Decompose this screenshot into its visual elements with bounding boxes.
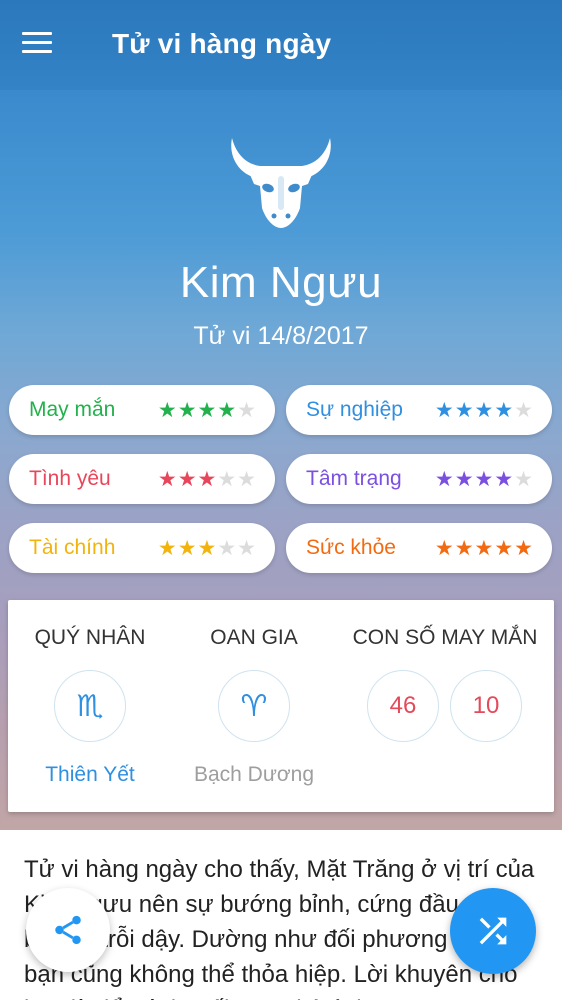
taurus-bull-icon [231,138,331,228]
lucky-number-value: 46 [389,692,417,719]
aries-icon: ♈ [240,688,268,724]
star-filled-icon: ★ [197,398,218,422]
star-empty-icon: ★ [237,467,257,491]
menu-icon[interactable] [22,32,54,56]
star-filled-icon: ★ [197,467,218,491]
star-filled-icon: ★ [197,536,218,560]
star-filled-icon: ★ [514,536,534,560]
rating-tai-chinh: Tài chính ★★★★★ [9,523,275,573]
star-filled-icon: ★ [494,467,515,491]
rating-su-nghiep: Sự nghiệp ★★★★★ [286,385,552,435]
app-title: Tử vi hàng ngày [112,28,332,59]
star-empty-icon: ★ [217,467,238,491]
enemy-heading: OAN GIA [210,626,298,649]
star-filled-icon: ★ [474,536,495,560]
lucky-number: 46 [367,670,439,742]
star-filled-icon: ★ [157,467,178,491]
rating-label: Sự nghiệp [306,398,403,421]
rating-label: May mắn [29,398,116,421]
rating-stars: ★★★★★ [435,398,534,422]
star-empty-icon: ★ [514,398,534,422]
star-empty-icon: ★ [514,467,534,491]
star-filled-icon: ★ [157,536,178,560]
star-filled-icon: ★ [177,536,198,560]
star-empty-icon: ★ [237,536,257,560]
enemy-sign[interactable]: ♈ [218,670,290,742]
star-filled-icon: ★ [177,467,198,491]
scorpio-icon: ♏ [76,688,104,724]
star-filled-icon: ★ [177,398,198,422]
rating-stars: ★★★★★ [158,467,257,491]
rating-stars: ★★★★★ [158,398,257,422]
rating-label: Tài chính [29,536,116,559]
star-empty-icon: ★ [217,536,238,560]
star-filled-icon: ★ [454,467,475,491]
horoscope-date: Tử vi 14/8/2017 [193,322,369,350]
star-empty-icon: ★ [237,398,257,422]
shuffle-icon [479,917,507,945]
rating-label: Tâm trạng [306,467,402,490]
star-filled-icon: ★ [494,536,515,560]
rating-may-man: May mắn ★★★★★ [9,385,275,435]
star-filled-icon: ★ [434,398,455,422]
star-filled-icon: ★ [434,467,455,491]
share-button[interactable] [26,888,110,972]
lucky-number: 10 [450,670,522,742]
sign-name: Kim Ngưu [179,258,383,307]
star-filled-icon: ★ [434,536,455,560]
star-filled-icon: ★ [217,398,238,422]
info-card: QUÝ NHÂN ♏ Thiên Yết OAN GIA ♈ Bạch Dươn… [8,600,554,812]
benefactor-sign[interactable]: ♏ [54,670,126,742]
app-bar: Tử vi hàng ngày [0,0,562,90]
enemy-name: Bạch Dương [193,763,315,786]
rating-stars: ★★★★★ [435,467,534,491]
rating-tinh-yeu: Tình yêu ★★★★★ [9,454,275,504]
lucky-numbers-heading: CON SỐ MAY MẮN [352,626,538,649]
rating-stars: ★★★★★ [435,536,534,560]
benefactor-heading: QUÝ NHÂN [34,626,146,649]
star-filled-icon: ★ [474,398,495,422]
star-filled-icon: ★ [454,398,475,422]
star-filled-icon: ★ [157,398,178,422]
benefactor-name: Thiên Yết [45,763,135,786]
star-filled-icon: ★ [474,467,495,491]
rating-label: Sức khỏe [306,536,396,559]
rating-tam-trang: Tâm trạng ★★★★★ [286,454,552,504]
lucky-number-value: 10 [472,692,500,719]
star-filled-icon: ★ [494,398,515,422]
rating-label: Tình yêu [29,467,111,490]
shuffle-button[interactable] [450,888,536,974]
share-icon [55,915,81,945]
star-filled-icon: ★ [454,536,475,560]
rating-stars: ★★★★★ [158,536,257,560]
rating-suc-khoe: Sức khỏe ★★★★★ [286,523,552,573]
